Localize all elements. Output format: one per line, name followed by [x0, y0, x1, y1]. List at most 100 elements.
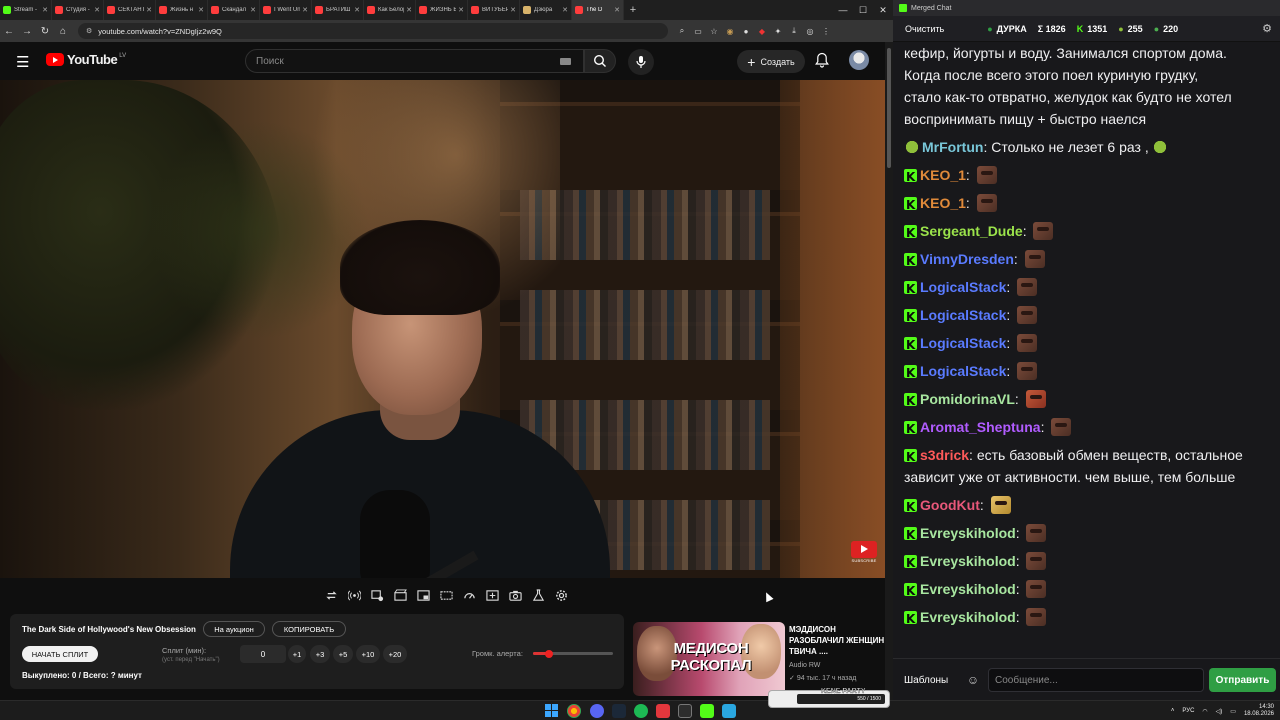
chat-username[interactable]: Evreyskiholod: [920, 581, 1016, 597]
page-scrollbar-thumb[interactable]: [887, 48, 891, 168]
broadcast-icon[interactable]: [345, 586, 364, 604]
chat-username[interactable]: LogicalStack: [920, 363, 1006, 379]
home-icon[interactable]: ⌂: [54, 26, 72, 37]
cast-icon[interactable]: ▭: [690, 23, 706, 39]
account-avatar[interactable]: [849, 50, 869, 70]
browser-tab[interactable]: I Went Un ✕: [260, 0, 312, 20]
chat-username[interactable]: KEO_1: [920, 167, 966, 183]
templates-button[interactable]: Шаблоны: [899, 669, 953, 691]
tab-close-icon[interactable]: ✕: [614, 6, 620, 14]
emoji-icon[interactable]: ☺: [963, 669, 983, 691]
increment-3-button[interactable]: +3: [310, 645, 330, 663]
chat-username[interactable]: KEO_1: [920, 195, 966, 211]
chat-username[interactable]: Evreyskiholod: [920, 525, 1016, 541]
increment-10-button[interactable]: +10: [356, 645, 380, 663]
maximize-icon[interactable]: ☐: [853, 0, 873, 20]
zoom-icon[interactable]: ⌕: [674, 23, 690, 39]
profile-icon[interactable]: ◎: [802, 23, 818, 39]
playlist-settings-icon[interactable]: [368, 586, 387, 604]
flask-icon[interactable]: [529, 586, 548, 604]
chrome-taskbar-icon[interactable]: [567, 704, 581, 718]
chat-username[interactable]: Sergeant_Dude: [920, 223, 1023, 239]
chat-username[interactable]: LogicalStack: [920, 335, 1006, 351]
menu-dots-icon[interactable]: ⋮: [818, 23, 834, 39]
extension-icon-2[interactable]: ●: [738, 23, 754, 39]
tray-chevron-icon[interactable]: ˄: [1171, 708, 1175, 714]
tab-close-icon[interactable]: ✕: [250, 6, 256, 14]
subscribe-watermark[interactable]: SUBSCRIBE: [851, 541, 877, 563]
clock[interactable]: 14:30 18.08.2026: [1244, 704, 1274, 718]
hamburger-menu-icon[interactable]: ☰: [16, 53, 29, 71]
download-icon[interactable]: ⤓: [786, 23, 802, 39]
screenshot-camera-icon[interactable]: [506, 586, 525, 604]
chat-username[interactable]: Aromat_Sheptuna: [920, 419, 1041, 435]
tab-close-icon[interactable]: ✕: [198, 6, 204, 14]
alert-volume-slider[interactable]: [533, 649, 613, 658]
browser-tab[interactable]: Студия - ✕: [52, 0, 104, 20]
recommended-video[interactable]: МЕДИСОН РАСКОПАЛ МЭДДИСОН РАЗОБЛАЧИЛ ЖЕН…: [633, 622, 885, 696]
chat-username[interactable]: Evreyskiholod: [920, 553, 1016, 569]
copy-button[interactable]: КОПИРОВАТЬ: [272, 621, 346, 637]
browser-tab[interactable]: Скандал ✕: [208, 0, 260, 20]
browser-tab[interactable]: Дзюра ✕: [520, 0, 572, 20]
page-scrollbar[interactable]: [885, 42, 893, 700]
auction-button[interactable]: На аукцион: [203, 621, 265, 637]
reload-icon[interactable]: ↻: [36, 26, 54, 37]
message-input[interactable]: Сообщение...: [988, 668, 1204, 692]
tab-close-icon[interactable]: ✕: [458, 6, 464, 14]
site-info-icon[interactable]: ⚙: [86, 27, 92, 35]
increment-20-button[interactable]: +20: [383, 645, 407, 663]
kick-taskbar-icon[interactable]: [700, 704, 714, 718]
tab-close-icon[interactable]: ✕: [562, 6, 568, 14]
browser-tab[interactable]: СЕКТАНТ ✕: [104, 0, 156, 20]
tab-close-icon[interactable]: ✕: [354, 6, 360, 14]
recommended-channel[interactable]: Audio RW: [789, 662, 820, 669]
split-minutes-input[interactable]: 0: [240, 645, 286, 663]
notifications-bell-icon[interactable]: [815, 52, 829, 68]
clear-chat-button[interactable]: Очистить: [899, 20, 950, 38]
spotify-taskbar-icon[interactable]: [634, 704, 648, 718]
battery-icon[interactable]: ▭: [1230, 708, 1236, 715]
chat-username[interactable]: LogicalStack: [920, 279, 1006, 295]
browser-tab[interactable]: The D ✕: [572, 0, 624, 20]
search-input[interactable]: Поиск: [245, 49, 584, 73]
recommended-title[interactable]: МЭДДИСОН РАЗОБЛАЧИЛ ЖЕНЩИН ТВИЧА ....: [789, 624, 885, 657]
send-button[interactable]: Отправить: [1209, 668, 1276, 692]
create-button[interactable]: + Создать: [737, 50, 805, 73]
chat-username[interactable]: s3drick: [920, 447, 969, 463]
chat-username[interactable]: MrFortun: [922, 139, 983, 155]
forward-icon[interactable]: →: [18, 26, 36, 37]
browser-tab[interactable]: БРАТИШ ✕: [312, 0, 364, 20]
telegram-taskbar-icon[interactable]: [722, 704, 736, 718]
increment-5-button[interactable]: +5: [333, 645, 353, 663]
chat-username[interactable]: LogicalStack: [920, 307, 1006, 323]
alert-volume-knob[interactable]: [545, 649, 553, 658]
voice-search-button[interactable]: [628, 49, 654, 75]
speed-icon[interactable]: [460, 586, 479, 604]
settings-gear-icon[interactable]: [552, 586, 571, 604]
browser-tab[interactable]: ВИТУБЕР ✕: [468, 0, 520, 20]
volume-icon[interactable]: ◁): [1216, 708, 1223, 715]
minimize-icon[interactable]: —: [833, 0, 853, 20]
tab-close-icon[interactable]: ✕: [406, 6, 412, 14]
add-box-icon[interactable]: [483, 586, 502, 604]
extension-icon-1[interactable]: ◉: [722, 23, 738, 39]
app-taskbar-icon-1[interactable]: [656, 704, 670, 718]
chat-username[interactable]: Evreyskiholod: [920, 609, 1016, 625]
loop-icon[interactable]: [322, 586, 341, 604]
chat-username[interactable]: VinnyDresden: [920, 251, 1014, 267]
tab-close-icon[interactable]: ✕: [94, 6, 100, 14]
url-field[interactable]: ⚙ youtube.com/watch?v=ZNDgIjz2w9Q: [78, 23, 668, 39]
search-button[interactable]: [584, 49, 616, 73]
tab-close-icon[interactable]: ✕: [146, 6, 152, 14]
windows-start-icon[interactable]: [545, 704, 558, 717]
new-tab-icon[interactable]: +: [624, 4, 642, 16]
star-icon[interactable]: ☆: [706, 23, 722, 39]
tab-close-icon[interactable]: ✕: [510, 6, 516, 14]
theater-mode-icon[interactable]: [437, 586, 456, 604]
picture-in-picture-icon[interactable]: [414, 586, 433, 604]
clapper-icon[interactable]: [391, 586, 410, 604]
browser-tab[interactable]: Как Белор ✕: [364, 0, 416, 20]
back-icon[interactable]: ←: [0, 26, 18, 37]
chat-username[interactable]: GoodKut: [920, 497, 980, 513]
